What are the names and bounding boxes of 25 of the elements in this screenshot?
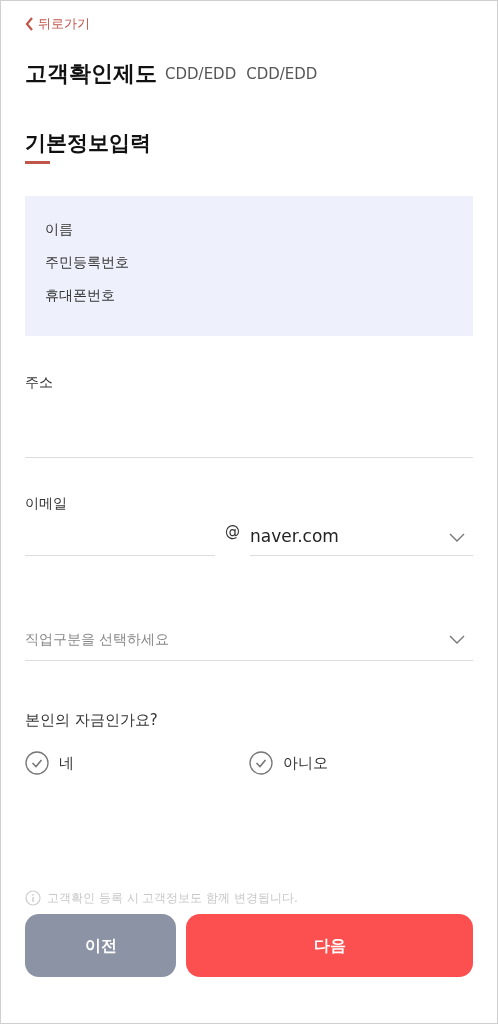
back-link[interactable]: 뒤로가기 xyxy=(25,14,90,34)
radio-button[interactable] xyxy=(249,751,273,775)
question-text: 본인의 자금인가요? xyxy=(25,709,159,731)
back-chevron-icon xyxy=(25,16,34,31)
info-label: 주민등록번호 xyxy=(45,252,130,272)
option-label: 아니오 xyxy=(283,752,328,774)
section-heading: 기본정보입력 xyxy=(25,129,151,157)
field-label: 이메일 xyxy=(25,493,68,513)
info-label: 휴대폰번호 xyxy=(45,285,116,305)
chevron-down-icon xyxy=(449,635,465,644)
at-sign: @ xyxy=(224,520,241,542)
email-domain-select[interactable]: naver.com xyxy=(250,519,473,556)
title-subtitle: CDD/EDD xyxy=(165,64,237,85)
page-title: 고객확인제도 xyxy=(25,59,157,88)
chevron-down-icon xyxy=(449,532,465,542)
next-button[interactable]: 다음 xyxy=(186,914,473,977)
radio-button[interactable] xyxy=(25,751,49,775)
info-label: 이름 xyxy=(45,219,74,239)
heading-underline xyxy=(25,160,50,164)
job-select[interactable]: 직업구분을 선택하세요 xyxy=(25,619,473,661)
title-subtitle: CDD/EDD xyxy=(246,64,318,85)
info-icon xyxy=(25,890,41,906)
previous-button[interactable]: 이전 xyxy=(25,914,176,977)
field-label: 주소 xyxy=(25,372,54,392)
option-label: 네 xyxy=(59,752,74,774)
